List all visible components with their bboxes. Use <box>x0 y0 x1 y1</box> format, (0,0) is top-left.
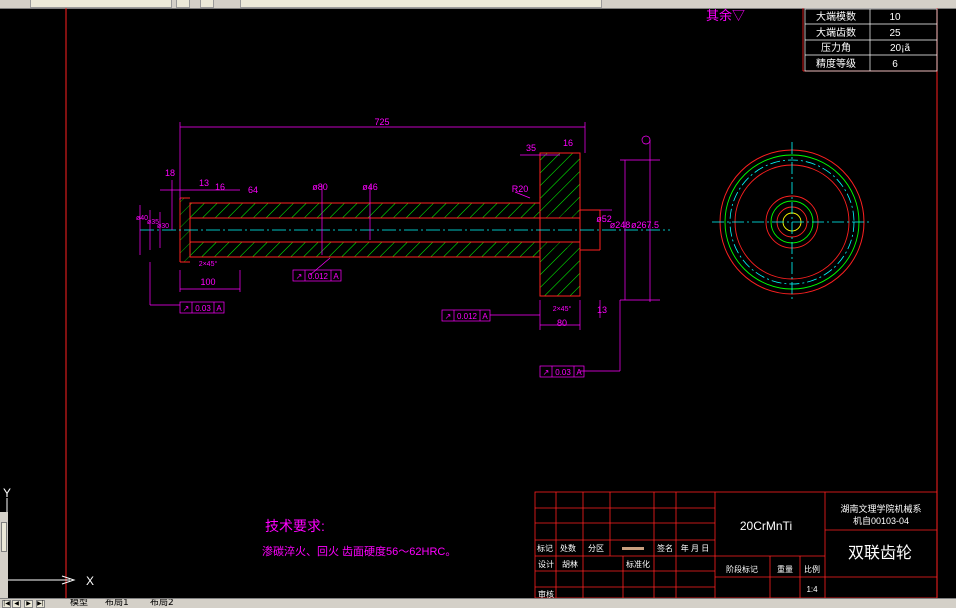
tb-designer: 胡林 <box>562 559 578 569</box>
tb-stage-mark: 阶段标记 <box>726 564 758 574</box>
dim-46-dia: ø46 <box>362 182 378 192</box>
ucs-icon <box>6 498 76 585</box>
tb-zone: 分区 <box>588 544 604 553</box>
tech-req-title: 技术要求: <box>265 518 325 534</box>
ucs-x-label: X <box>86 574 94 588</box>
tolerance-4-value: 0.03 <box>555 368 571 377</box>
dim-18: 18 <box>165 168 175 178</box>
tolerance-frame-1[interactable]: ↗ 0.012 A <box>292 269 342 282</box>
dim-r20: R20 <box>512 184 529 194</box>
tolerance-4-symbol-icon: ↗ <box>543 368 550 377</box>
layer-button[interactable] <box>176 0 190 8</box>
tb-standardize: 标准化 <box>626 559 650 569</box>
tolerance-frame-2[interactable]: ↗ 0.03 A <box>179 301 225 314</box>
param-module-label: 大端模数 <box>816 10 856 23</box>
gear-parameter-table: 大端模数 10 大端齿数 25 压力角 20¡ã 精度等级 6 <box>804 8 938 72</box>
tolerance-2-value: 0.03 <box>195 304 211 313</box>
dim-chamfer-right: 2×45° <box>553 305 572 313</box>
tb-school: 湖南文理学院机械系 <box>840 503 921 514</box>
tb-drawing-no: 机自00103-04 <box>853 515 909 526</box>
dim-80-dia: ø80 <box>312 182 328 192</box>
tolerance-3-ref: A <box>482 312 488 321</box>
title-block: 标记 处数 分区 签名 年 月 日 设计 胡林 标准化 审核 阶段标记 重量 比… <box>534 491 938 598</box>
gear-side-view[interactable] <box>712 142 872 302</box>
tolerance-1-symbol-icon: ↗ <box>296 272 303 281</box>
tolerance-2-symbol-icon: ↗ <box>183 304 190 313</box>
tb-design: 设计 <box>538 559 554 569</box>
dim-64: 64 <box>248 185 258 195</box>
tb-scale: 比例 <box>804 564 820 574</box>
dim-13-right: 13 <box>597 305 607 315</box>
tolerance-frame-3[interactable]: ↗ 0.012 A <box>441 309 491 322</box>
dim-725: 725 <box>374 117 389 127</box>
drawing-canvas[interactable]: 大端模数 10 大端齿数 25 压力角 20¡ã 精度等级 6 其余▽ 725 … <box>0 8 956 598</box>
tech-req-content: 渗碳淬火、回火 齿面硬度56～62HRC。 <box>262 544 456 558</box>
tolerance-1-value: 0.012 <box>308 272 329 281</box>
dim-16-left: 16 <box>215 182 225 192</box>
tb-review: 审核 <box>538 589 554 598</box>
dim-13-left: 13 <box>199 178 209 188</box>
param-grade-value: 6 <box>892 59 898 70</box>
tb-weight: 重量 <box>777 564 793 574</box>
param-angle-value: 20¡ã <box>890 43 910 54</box>
zone-color-swatch <box>622 547 644 550</box>
tb-mark: 标记 <box>537 543 553 553</box>
drawing-frame <box>65 8 938 598</box>
param-teeth-label: 大端齿数 <box>816 26 856 39</box>
dim-267-5-dia: ø267.5 <box>631 220 659 230</box>
tolerance-1-ref: A <box>333 272 339 281</box>
tolerance-2-ref: A <box>216 304 222 313</box>
dim-248-dia: ø248 <box>610 220 631 230</box>
datum-circle-icon <box>641 135 651 145</box>
tb-part-name: 双联齿轮 <box>848 544 912 562</box>
param-grade-label: 精度等级 <box>816 57 856 70</box>
dim-80: 80 <box>557 318 567 328</box>
dim-100: 100 <box>200 277 215 287</box>
tolerance-4-ref: A <box>576 368 582 377</box>
tb-count: 处数 <box>560 543 576 553</box>
technical-requirements: 技术要求: 渗碳淬火、回火 齿面硬度56～62HRC。 <box>262 518 456 558</box>
layer-dropdown[interactable] <box>30 0 172 8</box>
dim-chamfer-left: 2×45° <box>199 260 218 268</box>
roughness-note: 其余▽ <box>706 8 745 23</box>
ucs-y-label: Y <box>3 486 11 500</box>
param-angle-label: 压力角 <box>821 41 851 54</box>
tb-material: 20CrMnTi <box>740 519 792 533</box>
tolerance-3-value: 0.012 <box>457 312 478 321</box>
shaft-section-view[interactable] <box>140 152 670 297</box>
scrollbar-thumb[interactable] <box>1 522 7 552</box>
dim-left-3: ø30 <box>157 223 169 230</box>
dim-16-top: 16 <box>563 138 573 148</box>
dim-52-dia: ø52 <box>596 214 612 224</box>
vertical-scrollbar[interactable] <box>0 512 8 598</box>
param-teeth-value: 25 <box>889 28 901 39</box>
param-module-value: 10 <box>889 12 901 23</box>
tolerance-3-symbol-icon: ↗ <box>445 312 452 321</box>
dim-35: 35 <box>526 143 536 153</box>
tolerance-frame-4[interactable]: ↗ 0.03 A <box>539 365 585 378</box>
tb-scale-value: 1:4 <box>806 585 818 594</box>
style-dropdown[interactable] <box>240 0 602 8</box>
properties-button[interactable] <box>200 0 214 8</box>
tb-sign: 签名 <box>657 543 673 553</box>
tb-date: 年 月 日 <box>681 543 709 553</box>
